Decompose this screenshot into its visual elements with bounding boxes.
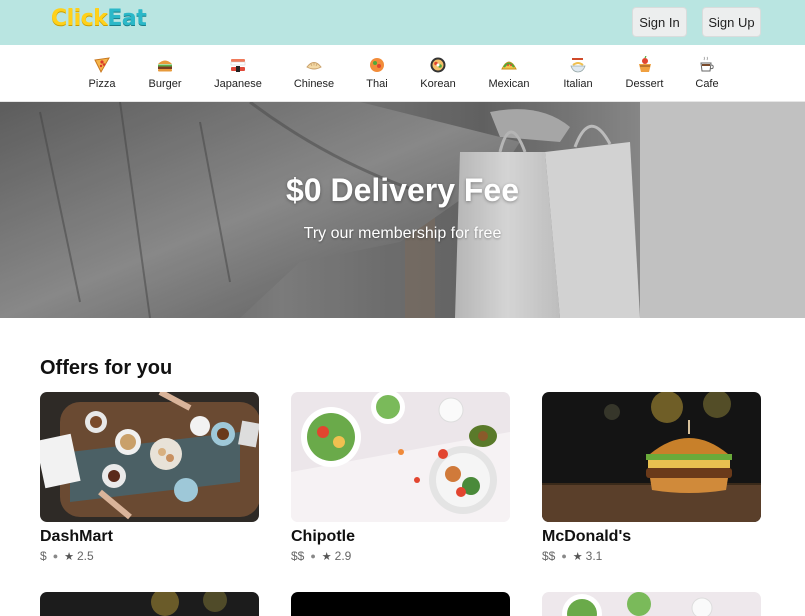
sign-in-button[interactable]: Sign In — [632, 7, 687, 37]
rating-value: 3.1 — [585, 549, 603, 563]
offer-name: McDonald's — [542, 528, 632, 545]
offer-image — [542, 392, 761, 522]
dumpling-icon — [306, 62, 322, 70]
logo-eat-text: Eat — [107, 6, 147, 31]
offer-meta: $ ● ★ 2.5 — [40, 549, 259, 563]
category-label: Korean — [420, 78, 456, 90]
pizza-icon — [94, 57, 110, 74]
dessert-icon — [638, 56, 651, 72]
hero-subtitle: Try our membership for free — [303, 225, 502, 242]
korean-bowl-icon — [430, 57, 446, 73]
category-pizza[interactable]: Pizza — [84, 45, 120, 102]
taco-icon — [501, 61, 517, 70]
logo[interactable]: ClickEat — [51, 6, 147, 31]
price-level: $ — [40, 549, 47, 563]
category-label: Mexican — [488, 78, 530, 90]
offer-card-partial[interactable] — [40, 592, 259, 616]
rating-value: 2.9 — [334, 549, 352, 563]
offer-card-dashmart[interactable]: DashMart $ ● ★ 2.5 — [40, 392, 259, 563]
offers-section-title: Offers for you — [40, 357, 173, 379]
category-korean[interactable]: Korean — [419, 45, 457, 102]
pasta-icon — [570, 58, 586, 73]
logo-click-text: Click — [51, 6, 108, 31]
offer-card-chipotle[interactable]: Chipotle $$ ● ★ 2.9 — [291, 392, 510, 563]
price-level: $$ — [542, 549, 556, 563]
top-header: ClickEat Sign In Sign Up — [0, 0, 805, 45]
separator-dot: ● — [52, 551, 59, 561]
category-label: Dessert — [625, 78, 664, 90]
hero-title: $0 Delivery Fee — [285, 172, 520, 208]
category-cafe[interactable]: Cafe — [693, 45, 721, 102]
category-bar: Pizza Burger Japanese Chinese Thai Korea… — [0, 45, 805, 102]
category-label: Pizza — [88, 78, 116, 90]
category-label: Cafe — [695, 78, 719, 90]
category-chinese[interactable]: Chinese — [292, 45, 336, 102]
star-icon: ★ — [572, 550, 583, 563]
offer-image — [291, 392, 510, 522]
star-icon: ★ — [321, 550, 332, 563]
offer-name: DashMart — [40, 528, 113, 545]
offer-meta: $$ ● ★ 2.9 — [291, 549, 510, 563]
category-label: Thai — [366, 78, 388, 90]
offer-image — [562, 592, 713, 616]
category-label: Chinese — [293, 78, 335, 90]
offer-meta: $$ ● ★ 3.1 — [542, 549, 761, 563]
category-thai[interactable]: Thai — [364, 45, 390, 102]
category-label: Burger — [148, 78, 182, 90]
burger-icon — [158, 60, 172, 72]
price-level: $$ — [291, 549, 305, 563]
category-mexican[interactable]: Mexican — [486, 45, 532, 102]
offer-image — [151, 592, 227, 616]
category-dessert[interactable]: Dessert — [624, 45, 665, 102]
category-label: Japanese — [214, 78, 262, 90]
category-label: Italian — [563, 78, 593, 90]
separator-dot: ● — [561, 551, 567, 561]
hero-image — [0, 102, 805, 318]
offer-card-partial[interactable] — [291, 592, 510, 616]
hero-banner[interactable]: $0 Delivery Fee Try our membership for f… — [0, 102, 805, 318]
offer-card-partial[interactable] — [542, 592, 761, 616]
sushi-icon — [230, 59, 246, 72]
offer-image — [40, 392, 259, 522]
coffee-icon — [700, 56, 714, 72]
category-japanese[interactable]: Japanese — [211, 45, 265, 102]
category-italian[interactable]: Italian — [561, 45, 595, 102]
rating-value: 2.5 — [77, 549, 94, 563]
sign-up-button[interactable]: Sign Up — [702, 7, 761, 37]
offer-card-mcdonalds[interactable]: McDonald's $$ ● ★ 3.1 — [542, 392, 761, 563]
separator-dot: ● — [310, 551, 316, 561]
offer-name: Chipotle — [291, 528, 355, 545]
star-icon: ★ — [64, 550, 74, 563]
category-burger[interactable]: Burger — [145, 45, 185, 102]
thai-bowl-icon — [370, 58, 384, 72]
